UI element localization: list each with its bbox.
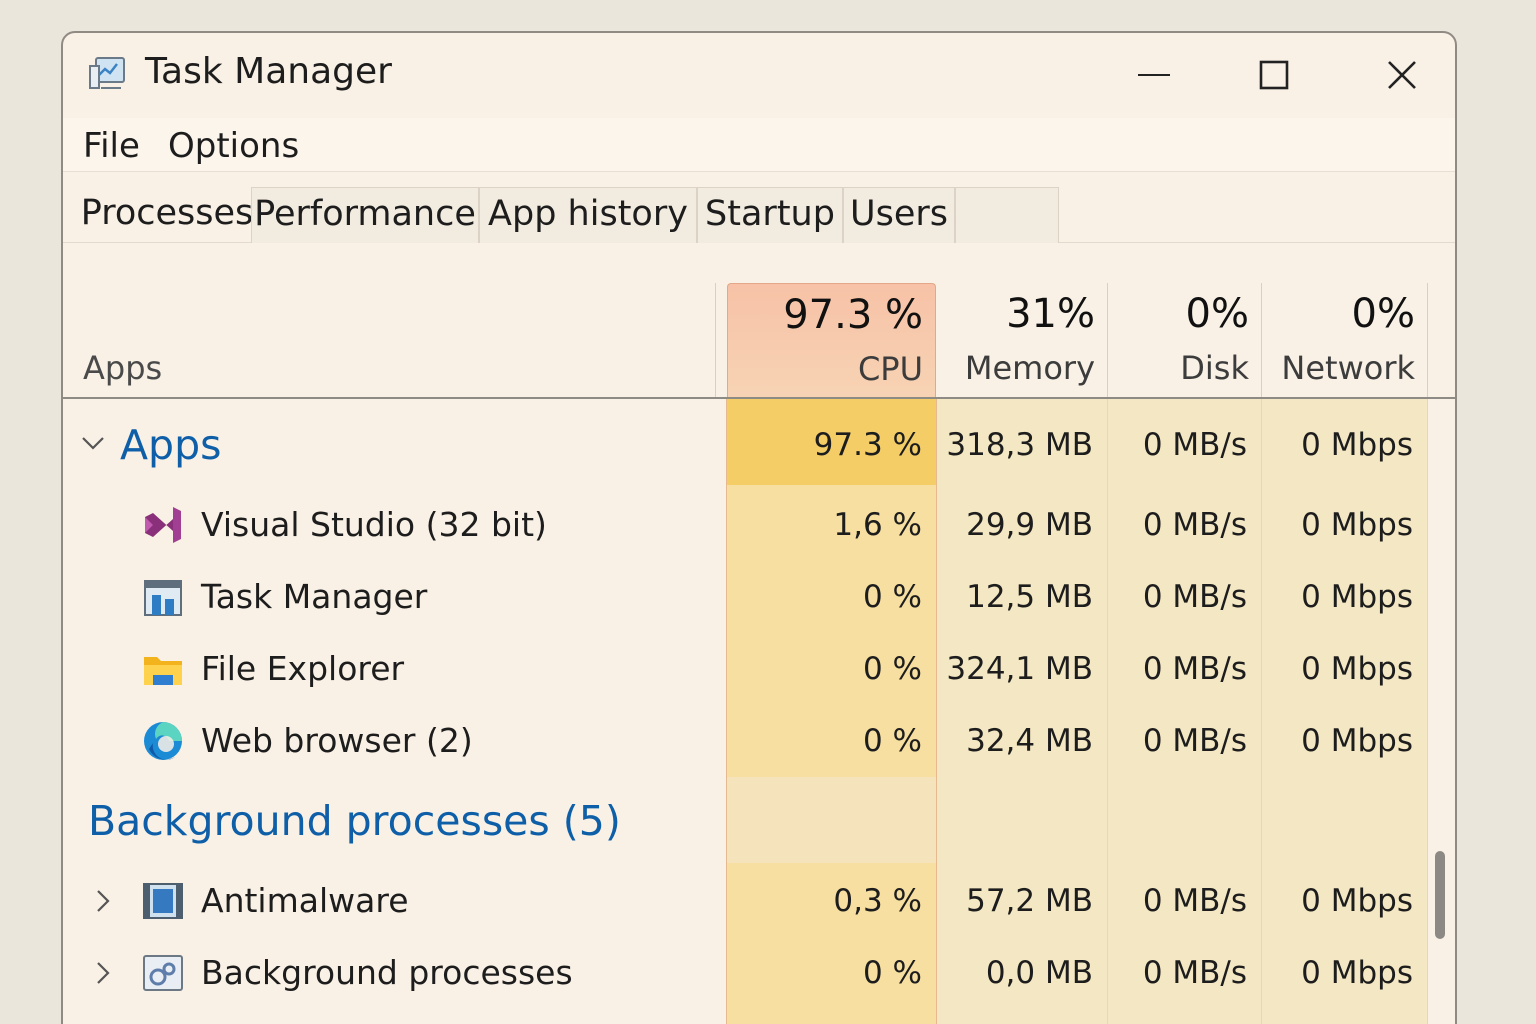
disk-value: 0 MB/s <box>1142 883 1247 919</box>
memory-total-percent: 31% <box>1006 291 1095 337</box>
cpu-value: 0 % <box>862 651 922 687</box>
process-name: Web browser (2) <box>201 721 473 760</box>
disk-value: 0 MB/s <box>1142 651 1247 687</box>
task-manager-icon <box>144 580 182 616</box>
cpu-value: 1,6 % <box>833 507 922 543</box>
disk-column-header[interactable]: 0% Disk <box>1107 283 1261 397</box>
maximize-button[interactable] <box>1229 47 1319 103</box>
tab-blank[interactable] <box>955 187 1059 243</box>
process-name: Task Manager <box>201 577 428 616</box>
memory-value: 12,5 MB <box>966 579 1093 615</box>
process-name: File Explorer <box>201 649 405 688</box>
task-manager-icon <box>89 57 125 89</box>
network-value: 0 Mbps <box>1301 955 1413 991</box>
table-row[interactable]: Visual Studio (32 bit) 1,6 % 29,9 MB 0 M… <box>63 489 1455 561</box>
maximize-icon <box>1259 60 1289 90</box>
browser-icon <box>144 722 182 760</box>
menu-file[interactable]: File <box>83 126 140 166</box>
network-column-header[interactable]: 0% Network <box>1261 283 1427 397</box>
minimize-button[interactable] <box>1109 47 1199 103</box>
cpu-total-percent: 97.3 % <box>783 292 923 338</box>
task-manager-window: Task Manager File Options Processes Perf… <box>61 31 1457 1024</box>
close-button[interactable] <box>1357 47 1447 103</box>
cpu-value: 0 % <box>862 955 922 991</box>
memory-value: 57,2 MB <box>966 883 1093 919</box>
visual-studio-icon <box>145 507 181 543</box>
network-value: 0 Mbps <box>1301 723 1413 759</box>
apps-network-total: 0 Mbps <box>1301 427 1413 463</box>
table-row[interactable]: Web browser (2) 0 % 32,4 MB 0 MB/s 0 Mbp… <box>63 705 1455 777</box>
tab-startup[interactable]: Startup <box>697 187 843 243</box>
cpu-value: 0 % <box>862 579 922 615</box>
apps-memory-total: 318,3 MB <box>946 427 1093 463</box>
chevron-down-icon[interactable] <box>81 435 105 451</box>
background-group-title: Background processes (5) <box>88 797 621 845</box>
menu-options[interactable]: Options <box>168 126 299 166</box>
background-group-row[interactable]: Background processes (5) <box>63 779 1455 863</box>
disk-value: 0 MB/s <box>1142 723 1247 759</box>
tab-performance[interactable]: Performance <box>251 187 479 243</box>
process-name: Visual Studio (32 bit) <box>201 505 547 544</box>
memory-value: 0,0 MB <box>985 955 1093 991</box>
chevron-right-icon[interactable] <box>95 889 111 913</box>
table-row[interactable]: Background processes 0 % 0,0 MB 0 MB/s 0… <box>63 937 1455 1009</box>
memory-value: 324,1 MB <box>946 651 1093 687</box>
cpu-column-label: CPU <box>857 350 923 388</box>
disk-total-percent: 0% <box>1185 291 1249 337</box>
network-value: 0 Mbps <box>1301 883 1413 919</box>
apps-cpu-total: 97.3 % <box>813 427 922 463</box>
disk-value: 0 MB/s <box>1142 955 1247 991</box>
minimize-icon <box>1138 74 1170 76</box>
antimalware-icon <box>143 883 183 919</box>
tab-processes[interactable]: Processes <box>77 187 257 243</box>
close-icon <box>1388 61 1416 89</box>
network-value: 0 Mbps <box>1301 579 1413 615</box>
title-bar: Task Manager <box>63 33 1455 118</box>
disk-value: 0 MB/s <box>1142 507 1247 543</box>
memory-column-label: Memory <box>964 349 1095 387</box>
table-row[interactable]: File Explorer 0 % 324,1 MB 0 MB/s 0 Mbps <box>63 633 1455 705</box>
process-name: Background processes <box>201 953 573 992</box>
column-header: Apps 97.3 % CPU 31% Memory 0% Disk 0% Ne… <box>63 283 1455 399</box>
folder-icon <box>144 657 182 685</box>
tab-app-history[interactable]: App history <box>479 187 697 243</box>
network-value: 0 Mbps <box>1301 651 1413 687</box>
network-value: 0 Mbps <box>1301 507 1413 543</box>
disk-value: 0 MB/s <box>1142 579 1247 615</box>
memory-value: 32,4 MB <box>966 723 1093 759</box>
memory-value: 29,9 MB <box>966 507 1093 543</box>
network-total-percent: 0% <box>1351 291 1415 337</box>
disk-column-label: Disk <box>1180 349 1249 387</box>
tab-bar: Processes Performance App history Startu… <box>63 187 1455 243</box>
window-title: Task Manager <box>145 51 392 92</box>
table-row[interactable]: Task Manager 0 % 12,5 MB 0 MB/s 0 Mbps <box>63 561 1455 633</box>
cpu-value: 0,3 % <box>833 883 922 919</box>
apps-disk-total: 0 MB/s <box>1142 427 1247 463</box>
process-list: Apps 97.3 % 318,3 MB 0 MB/s 0 Mbps Visua… <box>63 399 1455 1024</box>
tab-users[interactable]: Users <box>843 187 955 243</box>
network-column-label: Network <box>1281 349 1415 387</box>
cpu-value: 0 % <box>862 723 922 759</box>
memory-column-header[interactable]: 31% Memory <box>936 283 1107 397</box>
apps-group-title: Apps <box>120 421 222 469</box>
process-name: Antimalware <box>201 881 409 920</box>
name-column-header[interactable]: Apps <box>83 349 162 387</box>
table-row[interactable]: Antimalware 0,3 % 57,2 MB 0 MB/s 0 Mbps <box>63 865 1455 937</box>
chevron-right-icon[interactable] <box>95 961 111 985</box>
apps-group-row[interactable]: Apps 97.3 % 318,3 MB 0 MB/s 0 Mbps <box>63 405 1455 485</box>
menu-bar: File Options <box>63 118 1455 172</box>
cpu-column-header[interactable]: 97.3 % CPU <box>727 283 936 397</box>
scrollbar-thumb[interactable] <box>1435 851 1445 939</box>
background-process-icon <box>143 955 183 991</box>
